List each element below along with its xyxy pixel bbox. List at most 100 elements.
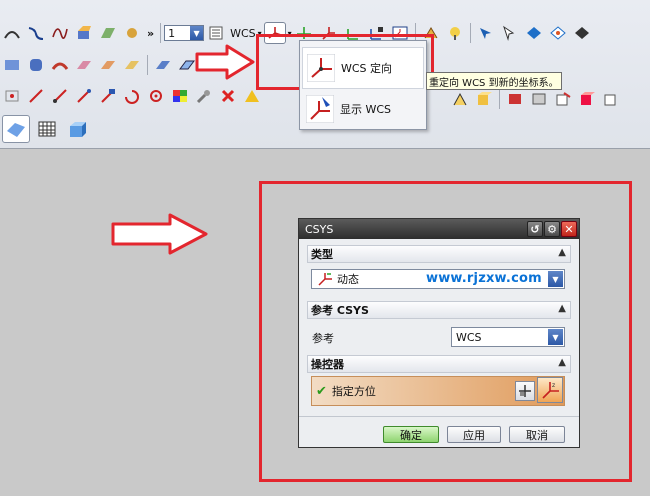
- specify-orientation-label: 指定方位: [331, 385, 376, 398]
- separator: [160, 23, 162, 43]
- point-dialog-icon: [519, 385, 531, 397]
- dialog-divider: [299, 416, 579, 417]
- color-palette-icon[interactable]: [170, 86, 190, 106]
- chevron-down-icon[interactable]: ▼: [190, 26, 204, 40]
- section-title: 类型: [311, 248, 333, 261]
- section-title: 参考 CSYS: [311, 304, 369, 317]
- csys-dialog-button[interactable]: z: [537, 377, 563, 403]
- arc-curve-icon[interactable]: [2, 23, 22, 43]
- tooltip: 重定向 WCS 到新的坐标系。: [426, 72, 562, 90]
- dialog-titlebar[interactable]: CSYS ↺ ⚙ ✕: [299, 219, 579, 239]
- overflow-chevron[interactable]: »: [147, 27, 154, 40]
- wireframe-grid-icon[interactable]: [34, 116, 60, 142]
- select-icon[interactable]: [476, 23, 496, 43]
- toolbar-row-4: [0, 115, 92, 143]
- snap-point-icon[interactable]: [548, 23, 568, 43]
- separator: [147, 55, 148, 75]
- menu-item-wcs-display[interactable]: 显示 WCS: [302, 89, 422, 129]
- solid-icon[interactable]: [577, 89, 597, 109]
- grid-surface-icon[interactable]: [177, 55, 197, 75]
- extrude-icon[interactable]: [74, 23, 94, 43]
- toolbar-row-3: [0, 83, 264, 109]
- pointer-arrow-top: [195, 44, 255, 80]
- line-icon[interactable]: [26, 86, 46, 106]
- type-select[interactable]: 动态 www.rjzxw.com ▼: [311, 269, 565, 289]
- reference-label: 参考: [312, 332, 334, 345]
- tooltip-text: 重定向 WCS 到新的坐标系。: [429, 77, 559, 89]
- reset-icon[interactable]: ↺: [527, 221, 543, 237]
- watermark: www.rjzxw.com: [426, 271, 542, 286]
- export-icon[interactable]: [553, 89, 573, 109]
- menu-item-wcs-orient[interactable]: WCS 定向: [302, 47, 424, 89]
- reference-select[interactable]: WCS ▼: [451, 327, 565, 347]
- box-icon[interactable]: [474, 89, 494, 109]
- wcs-orient-icon: [307, 54, 335, 82]
- separator: [499, 89, 500, 109]
- layer-settings-icon[interactable]: [206, 23, 226, 43]
- cancel-button[interactable]: 取消: [509, 426, 565, 443]
- wcs-dropdown-menu: WCS 定向 显示 WCS: [299, 40, 427, 130]
- section-manipulator-header[interactable]: 操控器 ▲: [307, 355, 571, 373]
- spline-icon[interactable]: [26, 23, 46, 43]
- reference-select-value: WCS: [456, 330, 482, 344]
- ok-button[interactable]: 确定: [383, 426, 439, 443]
- selection-filter-icon[interactable]: [500, 23, 520, 43]
- measure-icon[interactable]: [445, 23, 465, 43]
- type-select-value: 动态: [337, 273, 359, 286]
- mesh-surface-icon[interactable]: [2, 55, 22, 75]
- ruled-surface-icon[interactable]: [98, 55, 118, 75]
- shaded-view-icon[interactable]: [2, 115, 30, 143]
- chevron-up-icon[interactable]: ▲: [558, 247, 566, 258]
- circle-icon[interactable]: [146, 86, 166, 106]
- pointer-arrow-left: [111, 213, 208, 255]
- delete-icon[interactable]: [218, 86, 238, 106]
- close-icon[interactable]: ✕: [561, 221, 577, 237]
- arc-icon[interactable]: [122, 86, 142, 106]
- chevron-up-icon[interactable]: ▲: [558, 357, 566, 368]
- through-curves-icon[interactable]: [26, 55, 46, 75]
- wcs-dropdown-label[interactable]: WCS: [230, 27, 256, 40]
- studio-surface-icon[interactable]: [153, 55, 173, 75]
- chevron-down-icon[interactable]: ▼: [548, 271, 563, 287]
- helix-icon[interactable]: [50, 23, 70, 43]
- section-type-header[interactable]: 类型 ▲: [307, 245, 571, 263]
- box-view-icon[interactable]: [64, 116, 90, 142]
- body-copy-icon[interactable]: [529, 89, 549, 109]
- title-buttons: ↺ ⚙ ✕: [526, 221, 577, 237]
- wcs-display-icon: [306, 95, 334, 123]
- draft-icon[interactable]: [450, 89, 470, 109]
- check-icon: ✔: [316, 383, 327, 399]
- point-dialog-button[interactable]: [515, 381, 535, 401]
- line-normal-icon[interactable]: [74, 86, 94, 106]
- line-angle-icon[interactable]: [98, 86, 118, 106]
- offset-surface-icon[interactable]: [74, 55, 94, 75]
- separator: [469, 23, 471, 43]
- work-layer-value: 1: [168, 26, 176, 40]
- snap-more-icon[interactable]: [572, 23, 592, 43]
- sheet-icon[interactable]: [98, 23, 118, 43]
- dialog-title: CSYS: [305, 222, 334, 236]
- swept-icon[interactable]: [50, 55, 70, 75]
- menu-item-label: WCS 定向: [341, 62, 393, 75]
- toolbar-row-2: [0, 52, 199, 78]
- cube-icon[interactable]: [601, 89, 621, 109]
- work-layer-select[interactable]: 1 ▼: [164, 25, 205, 41]
- section-reference-header[interactable]: 参考 CSYS ▲: [307, 301, 571, 319]
- svg-text:z: z: [552, 382, 555, 389]
- gear-icon[interactable]: ⚙: [544, 221, 560, 237]
- menu-item-label: 显示 WCS: [340, 103, 392, 116]
- point-set-icon[interactable]: [2, 86, 22, 106]
- dynamic-csys-icon: [318, 273, 332, 286]
- chevron-up-icon[interactable]: ▲: [558, 303, 566, 314]
- chevron-down-icon[interactable]: ▼: [548, 329, 563, 345]
- apply-button[interactable]: 应用: [447, 426, 501, 443]
- wrench-icon[interactable]: [194, 86, 214, 106]
- line-tangent-icon[interactable]: [50, 86, 70, 106]
- snap-icon[interactable]: [524, 23, 544, 43]
- csys-xyz-icon: z: [542, 382, 559, 399]
- feature-icon[interactable]: [122, 23, 142, 43]
- csys-dialog: CSYS ↺ ⚙ ✕ 类型 ▲ 动态 www.rjzxw.com ▼ 参考 CS…: [298, 218, 580, 448]
- body-icon[interactable]: [505, 89, 525, 109]
- bridge-surface-icon[interactable]: [122, 55, 142, 75]
- section-title: 操控器: [311, 358, 344, 371]
